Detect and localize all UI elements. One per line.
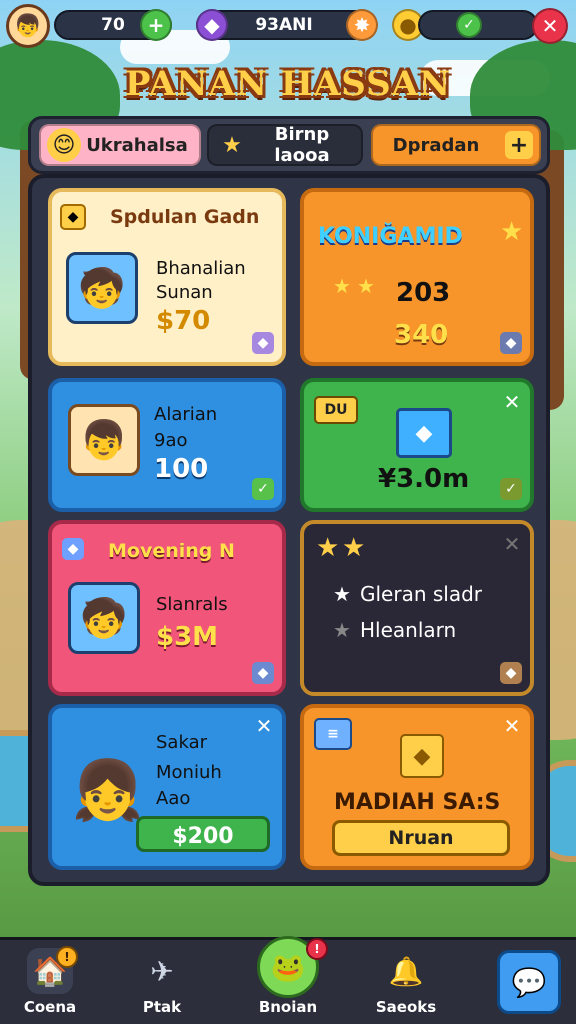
- nav-bnoian[interactable]: 🐸 Bnoian !: [238, 936, 338, 1022]
- star-icon: ★: [222, 132, 242, 158]
- card-line: Hleanlarn: [360, 618, 457, 642]
- card-line: Slanrals: [156, 594, 228, 615]
- diamond-icon: ◆: [60, 204, 86, 230]
- star-icon: ★: [333, 274, 351, 298]
- nav-chat[interactable]: 💬: [486, 944, 572, 1022]
- close-icon[interactable]: ✕: [254, 716, 274, 736]
- chat-icon: 💬: [497, 950, 561, 1014]
- check-icon: ✓: [252, 478, 274, 500]
- clipboard-icon: ≡: [314, 718, 352, 750]
- card-line: 9ao: [154, 430, 188, 451]
- add-coins-button[interactable]: +: [140, 9, 172, 41]
- shop-card-4[interactable]: DU ✕ ◆ ¥3.0m ✓: [300, 378, 534, 512]
- bell-icon: 🔔: [388, 954, 424, 988]
- card-value: 203: [396, 278, 451, 308]
- star-icon: ★: [316, 533, 340, 563]
- tab-dpradan[interactable]: Dpradan +: [371, 124, 541, 166]
- page-title: PANAN HASSAN: [124, 64, 452, 104]
- top-hud: 👦 70 + 93ANI ◆ ✸ ● ✓ ✕: [0, 0, 576, 52]
- card-title: Spdulan Gadn: [110, 206, 260, 228]
- shop-card-6[interactable]: ★ ★ ✕ ★ Gleran sladr ★ Hleanlarn ◆: [300, 520, 534, 696]
- notification-badge: !: [306, 938, 328, 960]
- bottom-nav: 🏠 Coena ! ✈ Ptak 🐸 Bnoian ! 🔔 Saeoks 💬: [0, 936, 576, 1024]
- card-line: Alarian: [154, 404, 218, 425]
- diamond-icon: ◆: [62, 538, 84, 560]
- card-line: Sakar: [156, 732, 207, 753]
- nav-label: Saeoks: [375, 998, 437, 1016]
- check-icon: ✓: [500, 478, 522, 500]
- gear-icon[interactable]: ✸: [346, 9, 378, 41]
- card-line: Aao: [156, 788, 191, 809]
- card-title: Movening N: [108, 540, 235, 562]
- plus-icon[interactable]: +: [505, 131, 533, 159]
- character-portrait: 🧒: [68, 582, 140, 654]
- gem-corner-icon: ◆: [500, 662, 522, 684]
- gem-corner-icon: ◆: [500, 332, 522, 354]
- star-icon: ★: [333, 618, 351, 642]
- close-icon[interactable]: ✕: [502, 534, 522, 554]
- shop-card-1[interactable]: ◆ Spdulan Gadn 🧒 Bhanalian Sunan $70 ◆: [48, 188, 286, 366]
- character-portrait: 👦: [68, 404, 140, 476]
- shop-panel: ◆ Spdulan Gadn 🧒 Bhanalian Sunan $70 ◆ K…: [28, 174, 550, 886]
- nav-label: Ptak: [142, 998, 182, 1016]
- tab-label: Dpradan: [392, 134, 480, 156]
- tab-birnp-laooa[interactable]: ★ Birnp laooa: [207, 124, 363, 166]
- notification-badge: !: [56, 946, 78, 968]
- nav-home[interactable]: 🏠 Coena !: [0, 944, 100, 1022]
- star-icon: ★: [357, 274, 375, 298]
- buy-button[interactable]: Nruan: [332, 820, 510, 856]
- card-line: Sunan: [156, 282, 213, 303]
- shop-card-8[interactable]: ≡ ✕ ◆ MADIAH SA:S Nruan: [300, 704, 534, 870]
- card-value: 100: [154, 454, 209, 484]
- nav-ptak[interactable]: ✈ Ptak: [112, 944, 212, 1022]
- gold-gem-icon: ◆: [400, 734, 444, 778]
- close-button[interactable]: ✕: [532, 8, 568, 44]
- star-icon: ★: [342, 533, 366, 563]
- card-line: Moniuh: [156, 762, 222, 783]
- gem-corner-icon: ◆: [252, 662, 274, 684]
- smiley-icon: 😊: [47, 128, 81, 162]
- player-avatar[interactable]: 👦: [6, 4, 50, 48]
- gem-icon: ◆: [196, 9, 228, 41]
- star-icon: ★: [333, 582, 351, 606]
- close-icon[interactable]: ✕: [502, 716, 522, 736]
- tab-label: Birnp laooa: [274, 124, 330, 166]
- card-title: KONIĞAMID: [318, 224, 463, 249]
- star-icon: ★: [500, 217, 524, 247]
- confirm-icon[interactable]: ✓: [456, 12, 482, 38]
- tab-bar: 😊 Ukrahalsa ★ Birnp laooa Dpradan +: [28, 116, 550, 174]
- card-line: Gleran sladr: [360, 582, 483, 606]
- plane-icon: ✈: [150, 954, 174, 988]
- card-price: $70: [156, 306, 211, 336]
- card-price: $3M: [156, 622, 219, 652]
- nav-label: Bnoian: [258, 998, 318, 1016]
- card-value: ¥3.0m: [378, 464, 470, 494]
- card-title: MADIAH SA:S: [334, 790, 501, 815]
- price-button[interactable]: $200: [136, 816, 270, 852]
- gem-corner-icon: ◆: [252, 332, 274, 354]
- shop-card-2[interactable]: KONIĞAMID ★ ★ ★ 203 340 ◆: [300, 188, 534, 366]
- tag-badge: DU: [314, 396, 358, 424]
- gem-icon: ◆: [396, 408, 452, 458]
- character-portrait: 🧒: [66, 252, 138, 324]
- close-icon[interactable]: ✕: [502, 392, 522, 412]
- card-value: 340: [394, 320, 449, 350]
- nav-saeoks[interactable]: 🔔 Saeoks: [356, 944, 456, 1022]
- shop-card-5[interactable]: ◆ Movening N 🧒 Slanrals $3M ◆: [48, 520, 286, 696]
- tab-ukrahalsa[interactable]: 😊 Ukrahalsa: [39, 124, 201, 166]
- card-line: Bhanalian: [156, 258, 246, 279]
- tab-label: Ukrahalsa: [86, 134, 188, 156]
- nav-label: Coena: [23, 998, 77, 1016]
- shop-card-7[interactable]: 👧 ✕ Sakar Moniuh Aao $200: [48, 704, 286, 870]
- shop-card-3[interactable]: 👦 Alarian 9ao 100 ✓: [48, 378, 286, 512]
